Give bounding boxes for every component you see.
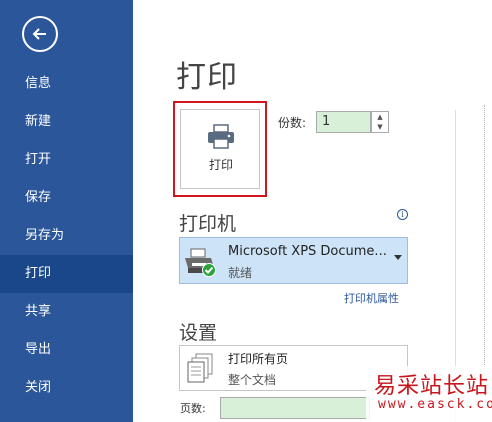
copies-spinner: ▲ ▼ (371, 111, 389, 133)
printer-icon (208, 124, 234, 149)
printer-section-title: 打印机 (179, 213, 237, 235)
watermark: 易采站长站 www.easck.com (366, 366, 492, 422)
nav-item-share[interactable]: 共享 (0, 293, 133, 331)
spin-down-icon[interactable]: ▼ (372, 122, 388, 132)
back-button[interactable] (22, 16, 58, 52)
backstage-sidebar: 信息 新建 打开 保存 另存为 打印 共享 导出 关闭 (0, 0, 133, 422)
preview-page-edge (484, 105, 485, 365)
nav-item-save[interactable]: 保存 (0, 179, 133, 217)
nav-item-info[interactable]: 信息 (0, 65, 133, 103)
copies-label: 份数: (278, 116, 307, 130)
printer-dropdown[interactable]: Microsoft XPS Docume... 就绪 (179, 237, 408, 284)
nav-item-export[interactable]: 导出 (0, 331, 133, 369)
print-button[interactable]: 打印 (180, 109, 260, 189)
watermark-url: www.easck.com (378, 397, 492, 412)
chevron-down-icon (394, 255, 402, 260)
page-title: 打印 (176, 60, 238, 95)
nav-item-print[interactable]: 打印 (0, 255, 133, 293)
nav-item-new[interactable]: 新建 (0, 103, 133, 141)
print-button-label: 打印 (208, 158, 233, 172)
nav-item-open[interactable]: 打开 (0, 141, 133, 179)
print-range-description: 整个文档 (228, 373, 277, 387)
pages-input[interactable] (220, 397, 370, 419)
back-arrow-icon (32, 28, 46, 40)
printer-device-icon (185, 248, 216, 277)
watermark-text: 易采站长站 (374, 374, 490, 399)
printer-name: Microsoft XPS Docume... (228, 244, 387, 259)
print-range-selection: 打印所有页 (228, 352, 289, 366)
copies-input[interactable]: 1 (316, 111, 371, 133)
settings-section-title: 设置 (179, 322, 218, 344)
nav-item-close[interactable]: 关闭 (0, 369, 133, 407)
print-button-highlight: 打印 (173, 101, 267, 197)
printer-properties-link[interactable]: 打印机属性 (344, 290, 399, 306)
info-icon[interactable]: i (397, 209, 408, 220)
pages-icon (187, 353, 213, 383)
nav-item-save-as[interactable]: 另存为 (0, 217, 133, 255)
pages-label: 页数: (180, 402, 206, 415)
spin-up-icon[interactable]: ▲ (372, 112, 388, 122)
printer-status: 就绪 (228, 266, 253, 280)
